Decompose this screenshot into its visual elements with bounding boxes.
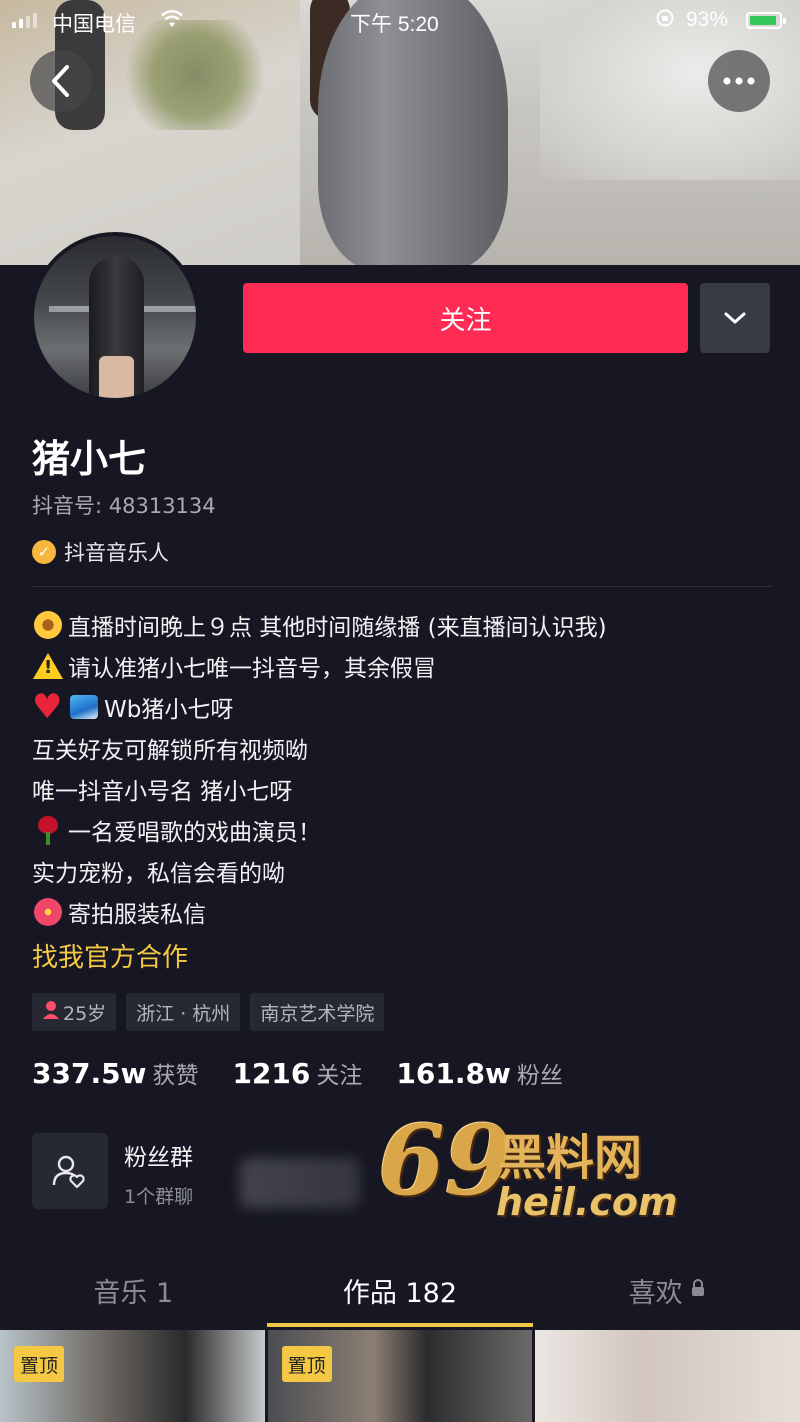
bio-line-text: 互关好友可解锁所有视频呦	[32, 737, 308, 764]
stat-likes-label: 获赞	[152, 1063, 199, 1089]
fan-group-title[interactable]: 粉丝群	[124, 1138, 193, 1172]
profile-tags: 25岁 浙江 · 杭州 南京艺术学院	[32, 993, 385, 1031]
fan-group-subtitle: 1个群聊	[124, 1186, 194, 1208]
female-icon	[42, 1000, 60, 1025]
bio-line-text: Wb猪小七呀	[104, 696, 234, 723]
pinned-badge: 置顶	[14, 1346, 65, 1382]
tag-location: 浙江 · 杭州	[126, 993, 241, 1031]
bio-line: 互关好友可解锁所有视频呦	[32, 727, 772, 768]
tab-works[interactable]: 作品 182	[267, 1255, 534, 1325]
warning-icon	[32, 650, 64, 682]
bio-line: 直播时间晚上９点 其他时间随缘播 (来直播间认识我)	[32, 604, 772, 645]
signal-icon	[12, 12, 37, 28]
chevron-down-icon	[724, 312, 746, 324]
follow-button[interactable]: 关注	[243, 283, 688, 353]
bio-line-text: 请认准猪小七唯一抖音号，其余假冒	[68, 655, 436, 682]
douyin-id[interactable]: 抖音号: 48313134	[32, 490, 216, 520]
rose-icon	[32, 814, 64, 846]
watermark-chinese: 黑料网	[498, 1130, 643, 1186]
heart-icon	[32, 687, 64, 727]
profile-stats: 337.5w 获赞 1216 关注 161.8w 粉丝	[32, 1056, 597, 1090]
bio-line: 一名爱唱歌的戏曲演员！	[32, 809, 772, 850]
bio-line: Wb猪小七呀	[32, 686, 772, 727]
wave-icon	[68, 691, 100, 723]
tab-likes-label: 喜欢	[628, 1277, 683, 1309]
lock-icon	[691, 1278, 705, 1302]
bio-line: 唯一抖音小号名 猪小七呀	[32, 768, 772, 809]
status-bar: 中国电信 下午 5:20 93%	[0, 0, 800, 40]
avatar[interactable]	[30, 232, 200, 402]
stat-followers-label: 粉丝	[516, 1063, 563, 1089]
back-button[interactable]	[30, 50, 92, 112]
stat-likes: 337.5w 获赞	[32, 1056, 198, 1090]
watermark-logo: 69 黑料网 heil.com	[378, 1108, 758, 1233]
stat-following[interactable]: 1216 关注	[232, 1056, 362, 1090]
stat-followers[interactable]: 161.8w 粉丝	[396, 1056, 562, 1090]
carrier-name: 中国电信	[52, 13, 136, 36]
fan-group-icon[interactable]	[32, 1133, 108, 1209]
bio-line-text: 一名爱唱歌的戏曲演员！	[68, 819, 321, 846]
chevron-left-icon	[52, 65, 69, 97]
battery-charging-icon	[746, 12, 786, 29]
stat-followers-number: 161.8w	[396, 1057, 511, 1090]
bio-line: 实力宠粉，私信会看的呦	[32, 850, 772, 891]
hibiscus-icon	[32, 896, 64, 928]
recommend-dropdown-button[interactable]	[700, 283, 770, 353]
avatar-legs	[99, 356, 134, 398]
rotation-lock-icon	[655, 8, 675, 34]
video-thumbnail[interactable]: 置顶	[0, 1330, 265, 1422]
tag-school: 南京艺术学院	[250, 993, 385, 1031]
tag-age: 25岁	[32, 993, 117, 1031]
watermark-url: heil.com	[496, 1180, 678, 1224]
wifi-icon	[160, 9, 184, 35]
watermark-number: 69	[378, 1104, 512, 1217]
bio-line-text: 直播时间晚上９点 其他时间随缘播 (来直播间认识我)	[68, 614, 607, 641]
stat-likes-number: 337.5w	[32, 1057, 147, 1090]
bio-line-text: 实力宠粉，私信会看的呦	[32, 860, 285, 887]
more-button[interactable]	[708, 50, 770, 112]
tag-age-label: 25岁	[63, 1002, 107, 1025]
status-time: 下午 5:20	[350, 13, 439, 36]
stat-following-label: 关注	[316, 1063, 363, 1089]
video-thumbnail[interactable]	[535, 1330, 800, 1422]
video-grid: 置顶 置顶	[0, 1330, 800, 1422]
verified-badge-label: 抖音音乐人	[64, 541, 169, 565]
sunflower-icon	[32, 609, 64, 641]
bio-line-text: 寄拍服装私信	[68, 901, 206, 928]
stat-following-number: 1216	[232, 1057, 311, 1090]
tab-likes[interactable]: 喜欢	[533, 1255, 800, 1325]
bio-line: 请认准猪小七唯一抖音号，其余假冒	[32, 645, 772, 686]
verified-badge[interactable]: ✓ 抖音音乐人	[32, 537, 169, 567]
blurred-content	[240, 1158, 360, 1208]
profile-name: 猪小七	[32, 437, 147, 481]
more-dots-icon	[723, 77, 755, 85]
bio-line-text: 唯一抖音小号名 猪小七呀	[32, 778, 293, 805]
battery-percent: 93%	[686, 8, 729, 31]
content-tabs: 音乐 1 作品 182 喜欢	[0, 1255, 800, 1325]
video-thumbnail[interactable]: 置顶	[267, 1330, 533, 1422]
pinned-badge: 置顶	[281, 1346, 332, 1382]
tab-indicator	[267, 1323, 533, 1327]
divider	[32, 586, 772, 587]
official-cooperation-link[interactable]: 找我官方合作	[32, 932, 772, 978]
tab-music[interactable]: 音乐 1	[0, 1255, 267, 1325]
bio-line: 寄拍服装私信	[32, 891, 772, 932]
profile-bio: 直播时间晚上９点 其他时间随缘播 (来直播间认识我) 请认准猪小七唯一抖音号，其…	[32, 604, 772, 978]
verified-icon: ✓	[32, 540, 56, 564]
